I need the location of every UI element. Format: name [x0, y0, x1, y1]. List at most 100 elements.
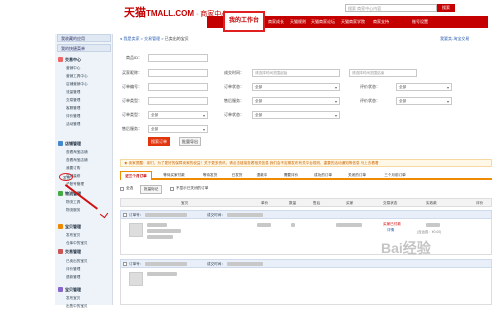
batch-mark-button[interactable]: 批量标记 — [140, 185, 163, 194]
nav-item[interactable]: 天猫商家论坛 — [311, 16, 335, 28]
search-orders-button[interactable]: 搜索订单 — [148, 137, 170, 146]
sidebar-item[interactable]: 营销中心 — [66, 66, 80, 71]
sidebar-item[interactable]: 物流服务 — [66, 208, 80, 213]
col-aftersale: 售后 — [313, 201, 321, 205]
sidebar-section-title[interactable]: 交易管理 — [65, 249, 81, 255]
col-qty: 数量 — [289, 201, 297, 205]
order-no-label: 订单编号： — [122, 84, 142, 89]
order-detail-link[interactable]: 详情 — [387, 228, 394, 233]
order-type-select[interactable]: 全部 — [148, 111, 208, 119]
tab-closed[interactable]: 关闭的订单 — [341, 171, 373, 180]
order-status-select-2[interactable]: 全部 — [252, 111, 340, 119]
refund-label: 售后服务： — [224, 98, 244, 103]
nav-item[interactable]: 商家成长 — [268, 16, 284, 28]
select-all-checkbox[interactable] — [120, 187, 124, 191]
order-status-select[interactable]: 全部 — [252, 83, 340, 91]
sidebar-item[interactable]: 退款管理 — [66, 275, 80, 280]
watermark: Bai经验 — [381, 240, 431, 256]
tab-recent-3-months[interactable]: 近三个月订单 — [120, 171, 152, 180]
sidebar-item[interactable]: 流量管理 — [66, 90, 80, 95]
product-thumbnail[interactable] — [129, 223, 143, 237]
time-start-input[interactable]: 请选择时间范围起始 — [252, 69, 340, 77]
unit-price — [257, 223, 271, 227]
col-buyer: 买家 — [346, 201, 354, 205]
search-input[interactable]: 搜索 商家中心内容 — [345, 4, 437, 12]
tab-success[interactable]: 成功的订单 — [307, 171, 339, 180]
sidebar-section-title[interactable]: 宝贝管理 — [65, 287, 81, 293]
sidebar-item[interactable]: 发布宝贝 — [66, 296, 80, 301]
tab-shipped[interactable]: 已发货 — [226, 171, 248, 180]
buyer-nick-input[interactable] — [148, 69, 208, 77]
order-checkbox[interactable] — [123, 262, 127, 266]
tab-awaiting-ship[interactable]: 等待发货 — [196, 171, 224, 180]
col-paid: 实收款 — [426, 201, 437, 205]
product-id-input[interactable] — [148, 54, 208, 62]
product-thumbnail[interactable] — [129, 272, 143, 286]
sidebar-shortcuts[interactable]: 我的快捷菜单 — [57, 44, 111, 52]
order-no-value — [145, 213, 187, 217]
breadcrumb-right-link[interactable]: 我要卖-淘宝交易 — [440, 36, 469, 42]
order-type-input[interactable] — [148, 97, 208, 105]
eval-select[interactable]: 全部 — [396, 83, 452, 91]
batch-export-button[interactable]: 批量导出 — [179, 137, 201, 146]
sidebar-item[interactable]: 仓库中的宝贝 — [66, 241, 88, 246]
quantity — [291, 223, 295, 227]
sidebar-section-title[interactable]: 店铺管理 — [65, 141, 81, 147]
tab-refunding[interactable]: 退款中 — [250, 171, 274, 180]
sidebar-item[interactable]: 活动管理 — [66, 122, 80, 127]
order-type-label-2: 订单类型： — [122, 112, 142, 117]
eval-select-2[interactable]: 全部 — [396, 97, 452, 105]
order-no-input[interactable] — [148, 83, 208, 91]
sidebar-section-title[interactable]: 宝贝管理 — [65, 224, 81, 230]
hide-closed-label: 不显示已关闭的订单 — [176, 186, 209, 190]
sidebar-item-sold[interactable]: 已卖出的宝贝 — [66, 259, 88, 264]
order-no-label: 订单号： — [129, 213, 144, 217]
order-no-label: 订单号： — [129, 262, 144, 266]
buyer-name[interactable] — [336, 223, 362, 227]
order-checkbox[interactable] — [123, 213, 127, 217]
col-item: 宝贝 — [181, 201, 189, 205]
order-row-body: 买家已付款 详情 (含运费：¥0.00) — [120, 219, 492, 255]
section-icon — [58, 287, 63, 292]
sidebar-item[interactable]: 营销工具中心 — [66, 74, 88, 79]
nav-item[interactable]: 天猫规则 — [290, 16, 306, 28]
buyer-nick-label: 买家昵称： — [122, 70, 142, 75]
time-end-input[interactable]: 请选择时间范围结束 — [349, 69, 417, 77]
tab-older[interactable]: 三个月前订单 — [375, 171, 415, 180]
breadcrumb-home[interactable]: 我是卖家 — [124, 36, 140, 41]
col-price: 单价 — [261, 201, 269, 205]
order-time-label: 成交时间： — [207, 262, 225, 266]
sidebar-item[interactable]: 交易管理 — [66, 98, 80, 103]
breadcrumb-mid[interactable]: 交易管理 — [144, 36, 160, 41]
sidebar-section-title[interactable]: 交易中心 — [65, 57, 81, 63]
list-toolbar: 全选 批量标记 不显示已关闭的订单 — [120, 185, 492, 194]
tab-need-review[interactable]: 需要评价 — [277, 171, 305, 180]
nav-item[interactable]: 天猫商家学院 — [341, 16, 365, 28]
sidebar-item[interactable]: 我要订购 — [66, 166, 80, 171]
sidebar-item[interactable]: 查看淘宝店铺 — [66, 150, 88, 155]
order-row-header: 订单号： 成交时间： — [120, 259, 492, 268]
product-id-label: 商品ID： — [126, 55, 142, 60]
sidebar-item[interactable]: 评价管理 — [66, 267, 80, 272]
sidebar-item[interactable]: 查看淘宝店铺 — [66, 158, 88, 163]
sidebar-item[interactable]: 评价管理 — [66, 114, 80, 119]
nav-item[interactable]: 商家支持 — [373, 16, 389, 28]
nav-item-workbench[interactable]: 我的工作台 — [223, 11, 265, 32]
product-title[interactable] — [147, 272, 177, 276]
sidebar-item[interactable]: 发布宝贝 — [66, 233, 80, 238]
sidebar-item[interactable]: 物流工具 — [66, 200, 80, 205]
logo-domain: TMALL.COM — [146, 9, 194, 18]
nav-item[interactable]: 账号设置 — [412, 16, 428, 28]
eval-label-2: 评价状态： — [360, 98, 380, 103]
refund-select-2[interactable]: 全部 — [148, 125, 208, 133]
tab-awaiting-payment[interactable]: 等待买家付款 — [155, 171, 193, 180]
sidebar-favorites[interactable]: 我收藏的应用 — [57, 34, 111, 42]
sidebar-item[interactable]: 店铺营销中心 — [66, 82, 88, 87]
refund-select[interactable]: 全部 — [252, 97, 340, 105]
order-row-body — [120, 268, 492, 305]
search-button[interactable]: 搜索 — [437, 4, 455, 12]
refund-label-2: 售后服务： — [122, 126, 142, 131]
hide-closed-checkbox[interactable] — [170, 187, 174, 191]
sidebar-item[interactable]: 客服管理 — [66, 106, 80, 111]
product-title[interactable] — [147, 223, 167, 227]
